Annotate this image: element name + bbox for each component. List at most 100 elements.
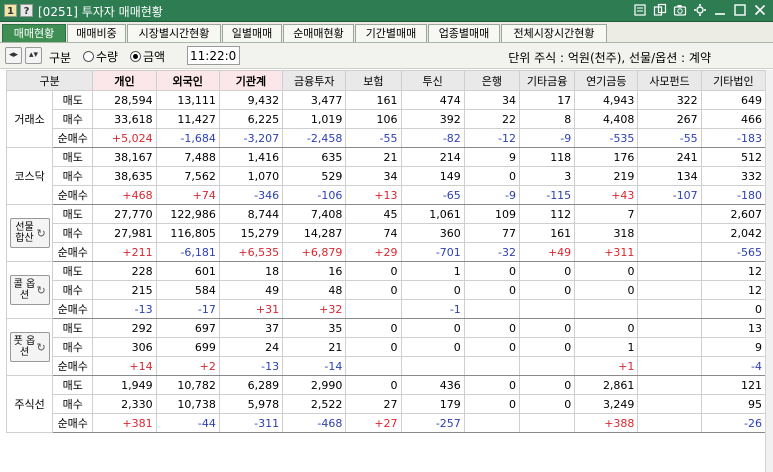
value-cell: -4 bbox=[700, 356, 767, 376]
screen-number-button[interactable]: 1 bbox=[4, 4, 17, 17]
value-cell: 2,607 bbox=[700, 204, 767, 224]
value-cell: 11,427 bbox=[155, 109, 220, 129]
table-row: 매수 2,330 10,738 5,978 2,522 27 179 0 0 3,249 95 bbox=[7, 394, 767, 414]
value-cell bbox=[637, 261, 702, 281]
refresh-icon[interactable]: ↻ bbox=[36, 342, 45, 353]
value-cell: 0 bbox=[463, 318, 520, 338]
header-investment-trust[interactable]: 투신 bbox=[400, 70, 465, 91]
header-foreign[interactable]: 외국인 bbox=[155, 70, 220, 91]
value-cell: +1 bbox=[574, 356, 639, 376]
gubun-label: 구분 bbox=[49, 51, 72, 65]
tab-period-trading[interactable]: 기간별매매 bbox=[355, 24, 427, 42]
tab-sector-trading[interactable]: 업종별매매 bbox=[428, 24, 500, 42]
value-cell bbox=[637, 337, 702, 357]
value-cell bbox=[637, 223, 702, 243]
table-row: 순매수 +381 -44 -311 -468 +27 -257 +388 -26 bbox=[7, 413, 767, 433]
value-cell: 0 bbox=[345, 375, 402, 395]
value-cell: 37 bbox=[218, 318, 284, 338]
table-row: 매수 33,618 11,427 6,225 1,019 106 392 22 8 4,408 26… bbox=[7, 109, 767, 129]
value-cell: 0 bbox=[463, 337, 520, 357]
settings-icon[interactable] bbox=[693, 3, 707, 17]
value-cell: +6,535 bbox=[218, 242, 284, 262]
value-cell: 322 bbox=[637, 90, 702, 110]
header-bank[interactable]: 은행 bbox=[463, 70, 520, 91]
value-cell: 0 bbox=[518, 261, 576, 281]
row-type-label: 매수 bbox=[52, 394, 94, 414]
market-cell: 거래소 bbox=[5, 90, 54, 148]
header-pension[interactable]: 연기금등 bbox=[574, 70, 639, 91]
vertical-scrollbar[interactable] bbox=[765, 70, 773, 472]
value-cell: 4,943 bbox=[574, 90, 639, 110]
header-financial-investment[interactable]: 금융투자 bbox=[282, 70, 347, 91]
value-cell: -55 bbox=[637, 128, 702, 148]
value-cell: +74 bbox=[155, 185, 220, 205]
radio-amount-circle[interactable] bbox=[130, 51, 141, 62]
help-button[interactable]: ? bbox=[20, 4, 33, 17]
value-cell: -468 bbox=[282, 413, 347, 433]
value-cell bbox=[637, 242, 702, 262]
value-cell: 0 bbox=[574, 318, 639, 338]
row-type-label: 매수 bbox=[52, 280, 94, 300]
header-gubun: 구분 bbox=[5, 70, 94, 91]
refresh-icon[interactable]: ↻ bbox=[36, 228, 45, 239]
market-toggle-button[interactable]: 풋 옵션 ↻ bbox=[9, 332, 50, 362]
value-cell: 74 bbox=[345, 223, 402, 243]
radio-quantity-circle[interactable] bbox=[83, 51, 94, 62]
header-private-fund[interactable]: 사모펀드 bbox=[637, 70, 702, 91]
value-cell: 267 bbox=[637, 109, 702, 129]
market-label: 주식선 bbox=[14, 398, 45, 411]
tab-trading-ratio[interactable]: 매매비중 bbox=[67, 24, 126, 42]
value-cell: 38,635 bbox=[92, 166, 157, 186]
value-cell: 228 bbox=[92, 261, 157, 281]
value-cell: 49 bbox=[218, 280, 284, 300]
link-windows-icon[interactable] bbox=[653, 3, 667, 17]
time-input[interactable] bbox=[187, 46, 240, 65]
window-list-icon[interactable] bbox=[633, 3, 647, 17]
value-cell: 436 bbox=[400, 375, 465, 395]
value-cell: 0 bbox=[518, 337, 576, 357]
header-individual[interactable]: 개인 bbox=[92, 70, 157, 91]
radio-quantity[interactable]: 수량 bbox=[83, 48, 118, 65]
header-institution-total[interactable]: 기관계 bbox=[218, 70, 284, 91]
value-cell: 1,949 bbox=[92, 375, 157, 395]
value-cell: 3,477 bbox=[282, 90, 347, 110]
table-row: 순매수 +14 +2 -13 -14 +1 -4 bbox=[7, 356, 767, 376]
value-cell: -26 bbox=[700, 413, 767, 433]
value-cell: 2,522 bbox=[282, 394, 347, 414]
value-cell: 45 bbox=[345, 204, 402, 224]
market-cell[interactable]: 풋 옵션 ↻ bbox=[5, 318, 54, 376]
radio-amount[interactable]: 금액 bbox=[130, 48, 165, 65]
value-cell bbox=[518, 299, 576, 319]
capture-icon[interactable] bbox=[673, 3, 687, 17]
close-icon[interactable] bbox=[753, 3, 767, 17]
value-cell: 219 bbox=[574, 166, 639, 186]
value-cell: 0 bbox=[463, 280, 520, 300]
tab-market-time-status[interactable]: 시장별시간현황 bbox=[127, 24, 221, 42]
prev-arrows-icon[interactable]: ◂▸ bbox=[5, 47, 22, 64]
value-cell: 34 bbox=[463, 90, 520, 110]
header-insurance[interactable]: 보험 bbox=[345, 70, 402, 91]
market-toggle-button[interactable]: 콜 옵션 ↻ bbox=[9, 275, 50, 305]
value-cell: 10,782 bbox=[155, 375, 220, 395]
tab-daily-trading[interactable]: 일별매매 bbox=[222, 24, 282, 42]
table-header-row: 구분 개인 외국인 기관계 금융투자 보험 투신 은행 기타금융 연기금등 사모… bbox=[5, 70, 767, 91]
value-cell: -82 bbox=[400, 128, 465, 148]
title-bar: 1 ? [0251] 투자자 매매현황 bbox=[0, 0, 773, 22]
row-type-label: 매도 bbox=[52, 204, 94, 224]
value-cell: 116,805 bbox=[155, 223, 220, 243]
market-cell: 주식선 bbox=[5, 375, 54, 433]
maximize-icon[interactable] bbox=[733, 3, 747, 17]
market-cell[interactable]: 콜 옵션 ↻ bbox=[5, 261, 54, 319]
tab-net-trading-status[interactable]: 순매매현황 bbox=[283, 24, 354, 42]
up-down-arrows-icon[interactable]: ▴▾ bbox=[25, 47, 42, 64]
header-other-finance[interactable]: 기타금융 bbox=[518, 70, 576, 91]
header-other-corp[interactable]: 기타법인 bbox=[700, 70, 767, 91]
row-type-label: 매수 bbox=[52, 337, 94, 357]
tab-trading-status[interactable]: 매매현황 bbox=[2, 24, 66, 42]
refresh-icon[interactable]: ↻ bbox=[36, 285, 45, 296]
value-cell: 27,770 bbox=[92, 204, 157, 224]
market-cell[interactable]: 선물 합산 ↻ bbox=[5, 204, 54, 262]
minimize-icon[interactable] bbox=[713, 3, 727, 17]
tab-all-market-time-status[interactable]: 전체시장시간현황 bbox=[501, 24, 607, 42]
market-toggle-button[interactable]: 선물 합산 ↻ bbox=[9, 218, 50, 248]
